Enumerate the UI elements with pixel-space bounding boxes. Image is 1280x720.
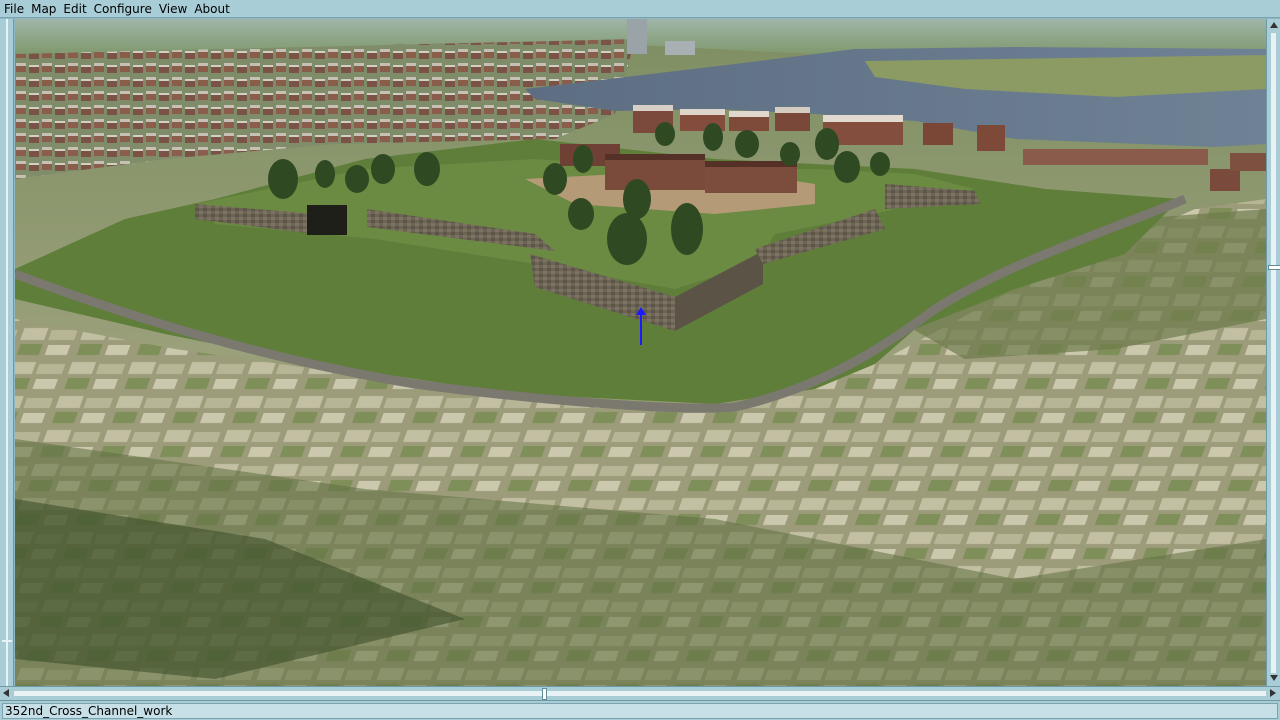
menu-map[interactable]: Map [27, 0, 59, 18]
scroll-right-arrow-icon[interactable] [1270, 689, 1276, 697]
scroll-up-arrow-icon[interactable] [1270, 22, 1278, 28]
vertical-scroll-track[interactable] [1271, 33, 1276, 673]
left-vertical-bar[interactable] [0, 19, 14, 686]
scroll-left-arrow-icon[interactable] [3, 689, 9, 697]
menu-view[interactable]: View [155, 0, 190, 18]
menu-edit[interactable]: Edit [59, 0, 89, 18]
fort-gate [307, 205, 347, 235]
status-bar: 352nd_Cross_Channel_work [0, 700, 1280, 720]
scroll-down-arrow-icon[interactable] [1270, 675, 1278, 681]
vertical-scroll-thumb[interactable] [1268, 265, 1280, 270]
menu-about[interactable]: About [190, 0, 232, 18]
horizontal-scroll-thumb[interactable] [542, 688, 547, 700]
menu-configure[interactable]: Configure [90, 0, 155, 18]
scenery-name-field: 352nd_Cross_Channel_work [2, 703, 1278, 719]
tower [627, 19, 647, 54]
scenery-3d-viewport[interactable] [15, 19, 1266, 686]
horizontal-scrollbar[interactable] [0, 686, 1280, 700]
left-bar-marker[interactable] [2, 640, 12, 642]
vertical-scrollbar[interactable] [1266, 19, 1280, 686]
menu-file[interactable]: File [0, 0, 27, 18]
menu-bar: File Map Edit Configure View About [0, 0, 1280, 18]
horizontal-scroll-track[interactable] [14, 691, 1266, 696]
scenery-render [15, 19, 1266, 686]
left-bar-track [6, 19, 8, 686]
dome-building [665, 41, 695, 55]
